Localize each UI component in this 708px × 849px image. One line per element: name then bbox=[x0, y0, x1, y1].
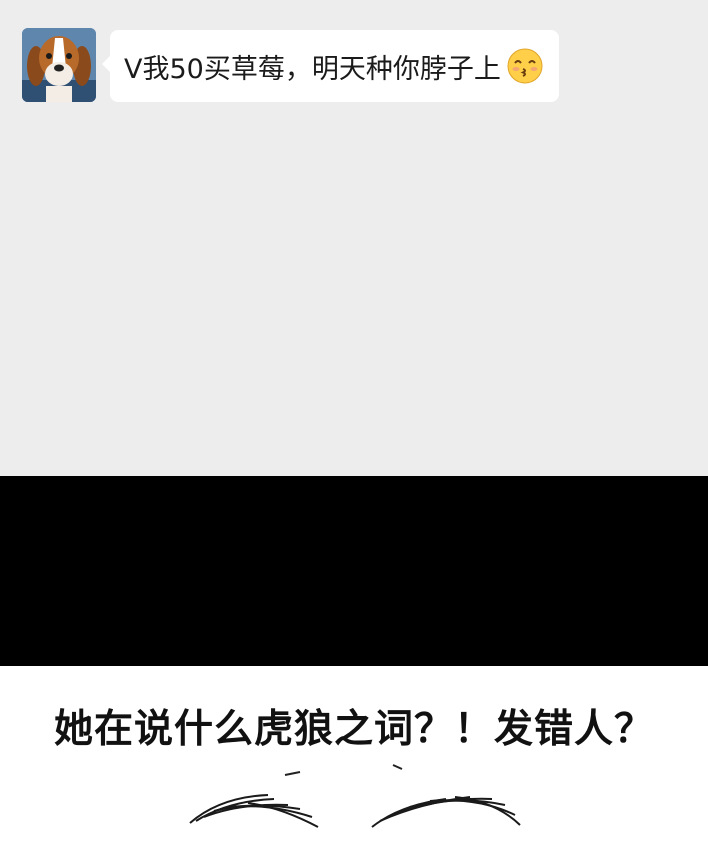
chat-area: V我50买草莓，明天种你脖子上 bbox=[0, 0, 708, 476]
message-text: V我50买草莓，明天种你脖子上 bbox=[124, 53, 501, 85]
message-bubble[interactable]: V我50买草莓，明天种你脖子上 bbox=[102, 30, 559, 102]
comic-caption: 她在说什么虎狼之词？！发错人？ bbox=[53, 707, 654, 752]
eyebrows-sketch-image bbox=[189, 764, 521, 828]
avatar[interactable] bbox=[22, 28, 96, 102]
kissing-face-emoji-icon bbox=[507, 48, 543, 84]
beagle-avatar-image bbox=[22, 28, 96, 102]
comic-panel: 她在说什么虎狼之词？！发错人？ bbox=[0, 666, 708, 849]
black-panel bbox=[0, 476, 708, 666]
